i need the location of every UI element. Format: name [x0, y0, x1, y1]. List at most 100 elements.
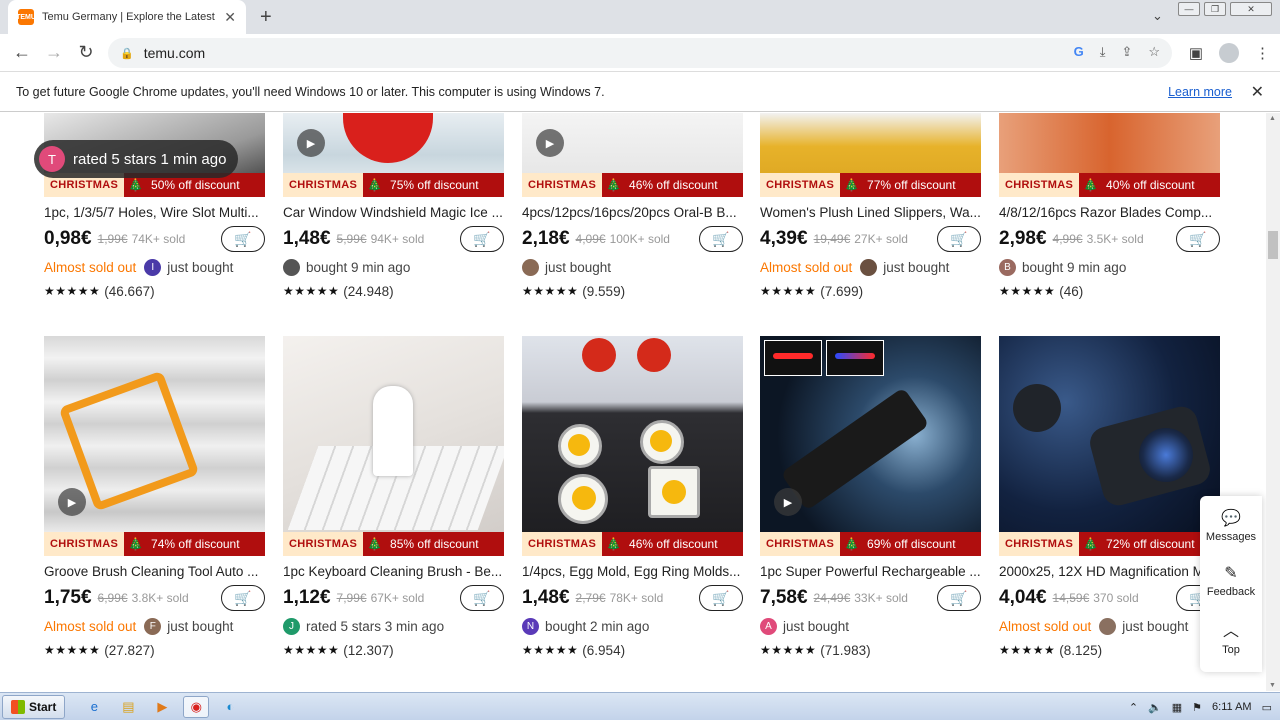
share-icon[interactable]: ⇪: [1121, 44, 1132, 60]
product-image[interactable]: ▶ CHRISTMAS 🎄 75% off discount: [283, 113, 504, 197]
messages-button[interactable]: 💬 Messages: [1206, 508, 1256, 563]
minimize-button[interactable]: —: [1178, 2, 1200, 16]
add-to-cart-button[interactable]: 🛒: [699, 226, 743, 252]
stars-icon: ★★★★★: [44, 284, 101, 298]
product-name[interactable]: 1/4pcs, Egg Mold, Egg Ring Molds...: [522, 564, 743, 579]
clock[interactable]: 6:11 AM: [1212, 701, 1252, 713]
product-name[interactable]: 1pc Keyboard Cleaning Brush - Be...: [283, 564, 504, 579]
add-to-cart-button[interactable]: 🛒: [221, 585, 265, 611]
product-card[interactable]: CHRISTMAS 🎄 72% off discount 2000x25, 12X …: [999, 336, 1220, 661]
network-icon[interactable]: ▦: [1172, 701, 1182, 714]
social-proof: bought 9 min ago: [306, 259, 411, 275]
product-name[interactable]: 4/8/12/16pcs Razor Blades Comp...: [999, 205, 1220, 220]
restore-button[interactable]: ❐: [1204, 2, 1226, 16]
christmas-tree-icon: 🎄: [1083, 537, 1099, 551]
product-image[interactable]: ▶ CHRISTMAS 🎄 46% off discount: [522, 113, 743, 197]
rating: ★★★★★ (7.699): [760, 280, 981, 302]
feedback-button[interactable]: ✎ Feedback: [1207, 563, 1255, 618]
product-name[interactable]: Car Window Windshield Magic Ice ...: [283, 205, 504, 220]
product-name[interactable]: 4pcs/12pcs/16pcs/20pcs Oral-B B...: [522, 205, 743, 220]
add-to-cart-button[interactable]: 🛒: [1176, 226, 1220, 252]
product-card[interactable]: CHRISTMAS 🎄 77% off discount Women's Plush…: [760, 113, 981, 302]
product-card[interactable]: CHRISTMAS 🎄 85% off discount 1pc Keyboard …: [283, 336, 504, 661]
rating: ★★★★★ (27.827): [44, 639, 265, 661]
action-center-flag-icon[interactable]: ⚑: [1192, 701, 1202, 714]
stars-icon: ★★★★★: [999, 643, 1056, 657]
old-price: 7,99€: [336, 591, 367, 605]
add-to-cart-button[interactable]: 🛒: [460, 226, 504, 252]
file-explorer-icon[interactable]: ▤: [115, 696, 141, 718]
avatar: [1099, 617, 1117, 635]
christmas-tree-icon: 🎄: [128, 537, 144, 551]
sold-count: 3.8K+ sold: [131, 591, 189, 605]
product-card[interactable]: CHRISTMAS 🎄 46% off discount 1/4pcs, Egg M…: [522, 336, 743, 661]
product-card[interactable]: ▶ CHRISTMAS 🎄 75% off discount Car Window …: [283, 113, 504, 302]
back-to-top-button[interactable]: ︿ Top: [1222, 617, 1240, 672]
sold-count: 33K+ sold: [854, 591, 908, 605]
add-to-cart-button[interactable]: 🛒: [699, 585, 743, 611]
back-arrow-icon[interactable]: ←: [6, 42, 38, 63]
product-image[interactable]: ▶ CHRISTMAS 🎄 69% off discount: [760, 336, 981, 556]
stars-icon: ★★★★★: [760, 643, 817, 657]
discount-banner: CHRISTMAS 🎄 74% off discount: [44, 532, 265, 556]
tab-search-chevron-icon[interactable]: ⌄: [1152, 8, 1163, 24]
product-name[interactable]: Groove Brush Cleaning Tool Auto ...: [44, 564, 265, 579]
close-window-button[interactable]: ✕: [1230, 2, 1272, 16]
add-to-cart-button[interactable]: 🛒: [221, 226, 265, 252]
install-icon[interactable]: ⤓: [1100, 44, 1106, 60]
scrollbar-thumb[interactable]: [1268, 231, 1278, 259]
show-desktop-icon[interactable]: ▭: [1262, 701, 1272, 714]
volume-icon[interactable]: 🔈: [1148, 701, 1162, 714]
product-name[interactable]: 2000x25, 12X HD Magnification M...: [999, 564, 1220, 579]
product-card[interactable]: CHRISTMAS 🎄 40% off discount 4/8/12/16pcs …: [999, 113, 1220, 302]
old-price: 19,49€: [813, 232, 851, 246]
social-proof: just bought: [167, 618, 234, 634]
lock-icon[interactable]: 🔒: [120, 47, 134, 60]
product-name[interactable]: 1pc Super Powerful Rechargeable ...: [760, 564, 981, 579]
chrome-icon[interactable]: ◉: [183, 695, 210, 718]
play-video-icon[interactable]: ▶: [297, 129, 325, 157]
activity-toast: T rated 5 stars 1 min ago: [34, 140, 239, 178]
page-scrollbar[interactable]: ▲ ▼: [1266, 113, 1280, 691]
browser-tab[interactable]: TEMU Temu Germany | Explore the Latest C…: [8, 0, 246, 34]
product-name[interactable]: Women's Plush Lined Slippers, Wa...: [760, 205, 981, 220]
tab-close-icon[interactable]: ✕: [224, 9, 236, 26]
product-image[interactable]: CHRISTMAS 🎄 40% off discount: [999, 113, 1220, 197]
side-panel-icon[interactable]: ▣: [1189, 44, 1203, 62]
product-image[interactable]: CHRISTMAS 🎄 85% off discount: [283, 336, 504, 556]
address-bar[interactable]: 🔒 temu.com G ⤓ ⇪ ☆: [108, 38, 1172, 68]
play-video-icon[interactable]: ▶: [536, 129, 564, 157]
scroll-up-arrow-icon[interactable]: ▲: [1269, 115, 1276, 122]
add-to-cart-button[interactable]: 🛒: [937, 585, 981, 611]
learn-more-link[interactable]: Learn more: [1168, 85, 1232, 99]
internet-explorer-icon[interactable]: e: [81, 696, 107, 718]
sold-count: 27K+ sold: [854, 232, 908, 246]
reload-icon[interactable]: ↻: [70, 42, 102, 63]
infobar-close-icon[interactable]: ✕: [1251, 82, 1264, 102]
play-video-icon[interactable]: ▶: [58, 488, 86, 516]
google-translate-icon[interactable]: G: [1074, 44, 1084, 60]
profile-avatar-icon[interactable]: [1219, 43, 1239, 63]
scroll-down-arrow-icon[interactable]: ▼: [1269, 682, 1276, 689]
product-card[interactable]: ▶ CHRISTMAS 🎄 69% off discount 1pc Super P…: [760, 336, 981, 661]
product-card[interactable]: ▶ CHRISTMAS 🎄 74% off discount Groove Brus…: [44, 336, 265, 661]
media-player-icon[interactable]: ▶: [149, 696, 175, 718]
product-card[interactable]: ▶ CHRISTMAS 🎄 46% off discount 4pcs/12pcs/…: [522, 113, 743, 302]
add-to-cart-button[interactable]: 🛒: [460, 585, 504, 611]
product-image[interactable]: CHRISTMAS 🎄 77% off discount: [760, 113, 981, 197]
new-tab-button[interactable]: +: [260, 6, 272, 29]
tray-expand-icon[interactable]: ⌃: [1129, 701, 1138, 714]
product-image[interactable]: CHRISTMAS 🎄 72% off discount: [999, 336, 1220, 556]
url-text[interactable]: temu.com: [144, 45, 205, 61]
play-video-icon[interactable]: ▶: [774, 488, 802, 516]
add-to-cart-button[interactable]: 🛒: [937, 226, 981, 252]
old-price: 24,49€: [813, 591, 851, 605]
start-button[interactable]: Start: [2, 694, 66, 719]
menu-kebab-icon[interactable]: ⋮: [1255, 44, 1270, 62]
bookmark-star-icon[interactable]: ☆: [1148, 44, 1160, 60]
product-image[interactable]: ▶ CHRISTMAS 🎄 74% off discount: [44, 336, 265, 556]
product-name[interactable]: 1pc, 1/3/5/7 Holes, Wire Slot Multi...: [44, 205, 265, 220]
product-image[interactable]: CHRISTMAS 🎄 46% off discount: [522, 336, 743, 556]
forward-arrow-icon[interactable]: →: [38, 42, 70, 63]
edge-icon[interactable]: ◐: [217, 696, 243, 718]
